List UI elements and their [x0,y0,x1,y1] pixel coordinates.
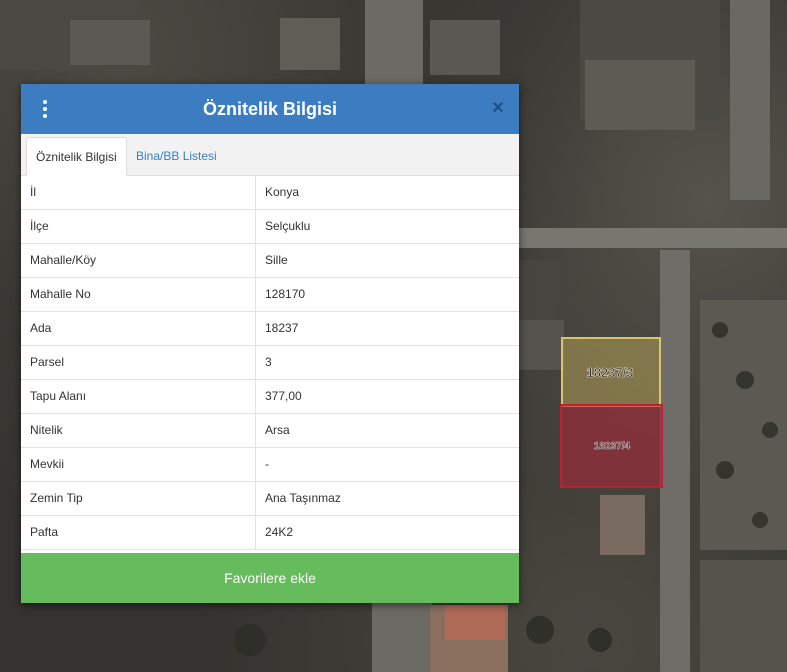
attribute-key: Tapu Alanı [21,380,256,413]
attribute-value: 3 [265,355,272,369]
attribute-key: Ada [21,312,256,345]
table-row: Ada 18237 [21,312,519,346]
attribute-value: 128170 [265,287,306,301]
attribute-value: Sille [265,253,288,267]
dialog-title: Öznitelik Bilgisi [202,99,338,119]
attribute-value: 18237 [265,321,299,335]
table-row: Parsel 3 [21,346,519,380]
attribute-value: Selçuklu [265,219,311,233]
attribute-key: Mahalle/Köy [21,244,256,277]
attribute-key: Mevkii [21,448,256,481]
table-row: Tapu Alanı 377,00 [21,380,519,414]
table-row: Mahalle/Köy Sille [21,244,519,278]
attribute-value: - [265,457,269,471]
attribute-key: Zemin Tip [21,482,256,515]
attribute-key: Mahalle No [21,278,256,311]
attribute-value: 377,00 [265,389,302,403]
dialog-header: Öznitelik Bilgisi × [21,84,519,134]
tab-building-list[interactable]: Bina/BB Listesi [127,137,226,176]
attribute-value: 24K2 [265,525,294,539]
table-row: İlçe Selçuklu [21,210,519,244]
table-row: Mevkii - [21,448,519,482]
table-row: İl Konya [21,176,519,210]
parcel-label-18237-3: 18237/3 [587,365,634,380]
attribute-value: Ana Taşınmaz [265,491,341,505]
attribute-key: İl [21,176,256,209]
table-row: Mahalle No 128170 [21,278,519,312]
attribute-value: Arsa [265,423,290,437]
table-row: Zemin Tip Ana Taşınmaz [21,482,519,516]
table-row: Nitelik Arsa [21,414,519,448]
tab-attribute-info[interactable]: Öznitelik Bilgisi [26,137,127,176]
attribute-key: Parsel [21,346,256,379]
attribute-key: Nitelik [21,414,256,447]
parcel-label-18237-4: 18237/4 [594,441,631,452]
close-icon[interactable]: × [489,97,507,119]
attribute-key: İlçe [21,210,256,243]
tab-bar: Öznitelik Bilgisi Bina/BB Listesi [21,134,519,176]
table-row: Pafta 24K2 [21,516,519,550]
attribute-info-dialog: Öznitelik Bilgisi × Öznitelik Bilgisi Bi… [21,84,519,603]
attribute-key: Pafta [21,516,256,549]
add-to-favorites-button[interactable]: Favorilere ekle [21,553,519,603]
attribute-value: Konya [265,185,300,199]
attribute-table: İl Konya İlçe Selçuklu Mahalle/Köy Sille… [21,176,519,550]
